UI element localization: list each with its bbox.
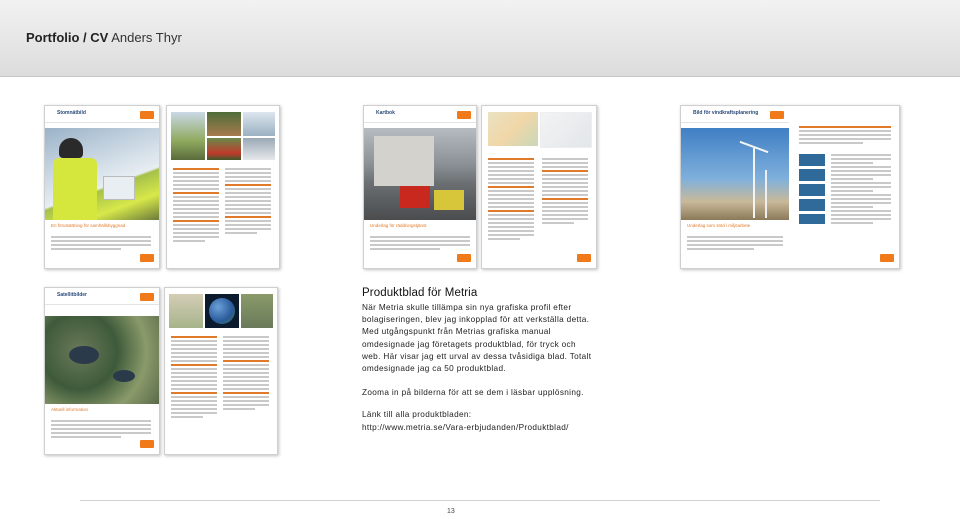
zoom-note: Zooma in på bilderna för att se dem i lä…: [362, 387, 584, 398]
sheet-intro-text: [799, 126, 891, 146]
sheet-body-text: [51, 236, 151, 252]
map-thumbnail-1: [488, 112, 538, 146]
link-label: Länk till alla produktbladen:: [362, 409, 472, 420]
field-photo-3: [243, 112, 275, 136]
sheet-body-text: [51, 420, 151, 440]
sheet-caption: Underlag som stöd i miljöarbete: [687, 223, 751, 228]
sheet-body-text-col1: [488, 158, 534, 242]
metria-logo-icon: [140, 440, 154, 448]
metria-logo-icon: [770, 111, 784, 119]
sheet-heading: Kartbok: [376, 110, 395, 116]
metria-logo-icon: [140, 111, 154, 119]
process-step-4: [799, 199, 825, 211]
sheet-body-text-col2: [223, 336, 269, 412]
process-step-2: [799, 169, 825, 181]
sheet-caption: Aktuell information: [51, 407, 89, 412]
metria-logo-icon: [880, 254, 894, 262]
sheet-caption: Underlag för räddningstjänst: [370, 223, 427, 228]
product-sheet-kartbok-back[interactable]: [481, 105, 597, 269]
product-sheet-link[interactable]: http://www.metria.se/Vara-erbjudanden/Pr…: [362, 421, 597, 433]
metria-logo-icon: [457, 254, 471, 262]
sheet-caption: En förutsättning för samhällsbyggnad: [51, 223, 126, 228]
product-sheet-stomnat-front[interactable]: Stomnätbild En förutsättning för samhäll…: [44, 105, 160, 269]
sheet-heading: Satellitbilder: [57, 292, 88, 298]
field-photo-1: [171, 112, 205, 160]
sheet-body-text-col2: [225, 168, 271, 236]
product-sheet-kartbok-front[interactable]: Kartbok Underlag för räddningstjänst: [363, 105, 477, 269]
satellite-thumb-2: [241, 294, 273, 328]
portfolio-header: Portfolio / CV Anders Thyr: [0, 0, 960, 77]
satellite-thumb-1: [169, 294, 203, 328]
process-step-3: [799, 184, 825, 196]
page-title: Portfolio / CV Anders Thyr: [26, 30, 182, 45]
metria-logo-icon: [457, 111, 471, 119]
satellite-image: [45, 316, 159, 404]
footer-divider: [80, 500, 880, 501]
earth-thumb: [205, 294, 239, 328]
sheet-body-text-col2: [831, 154, 891, 226]
process-step-1: [799, 154, 825, 166]
page-number: 13: [447, 508, 455, 515]
metria-logo-icon: [140, 293, 154, 301]
sheet-body-text: [687, 236, 783, 252]
project-description: Produktblad för Metria När Metria skulle…: [362, 287, 602, 433]
product-sheet-satellit-back[interactable]: [164, 287, 278, 455]
sheet-heading: Bild för vindkraftsplanering: [693, 110, 759, 116]
product-sheet-stomnat-back[interactable]: [166, 105, 280, 269]
surveyor-photo: [45, 128, 159, 220]
sheet-body-text-col2: [542, 158, 588, 226]
wind-turbine-photo: [681, 128, 789, 220]
project-paragraph: När Metria skulle tillämpa sin nya grafi…: [362, 302, 592, 374]
metria-logo-icon: [140, 254, 154, 262]
product-sheet-vindkraft[interactable]: Bild för vindkraftsplanering Underlag so…: [680, 105, 900, 269]
sheet-body-text-col1: [171, 336, 217, 420]
field-photo-4: [207, 138, 241, 160]
project-heading: Produktblad för Metria: [362, 287, 478, 299]
fire-truck-photo: [364, 128, 476, 220]
sheet-heading: Stomnätbild: [57, 110, 86, 116]
process-step-5: [799, 214, 825, 224]
metria-logo-icon: [577, 254, 591, 262]
product-sheet-satellit-front[interactable]: Satellitbilder Aktuell information: [44, 287, 160, 455]
sheet-body-text-col1: [173, 168, 219, 244]
field-photo-5: [243, 138, 275, 160]
sheet-body-text: [370, 236, 470, 252]
map-thumbnail-2: [540, 112, 592, 148]
field-photo-2: [207, 112, 241, 136]
